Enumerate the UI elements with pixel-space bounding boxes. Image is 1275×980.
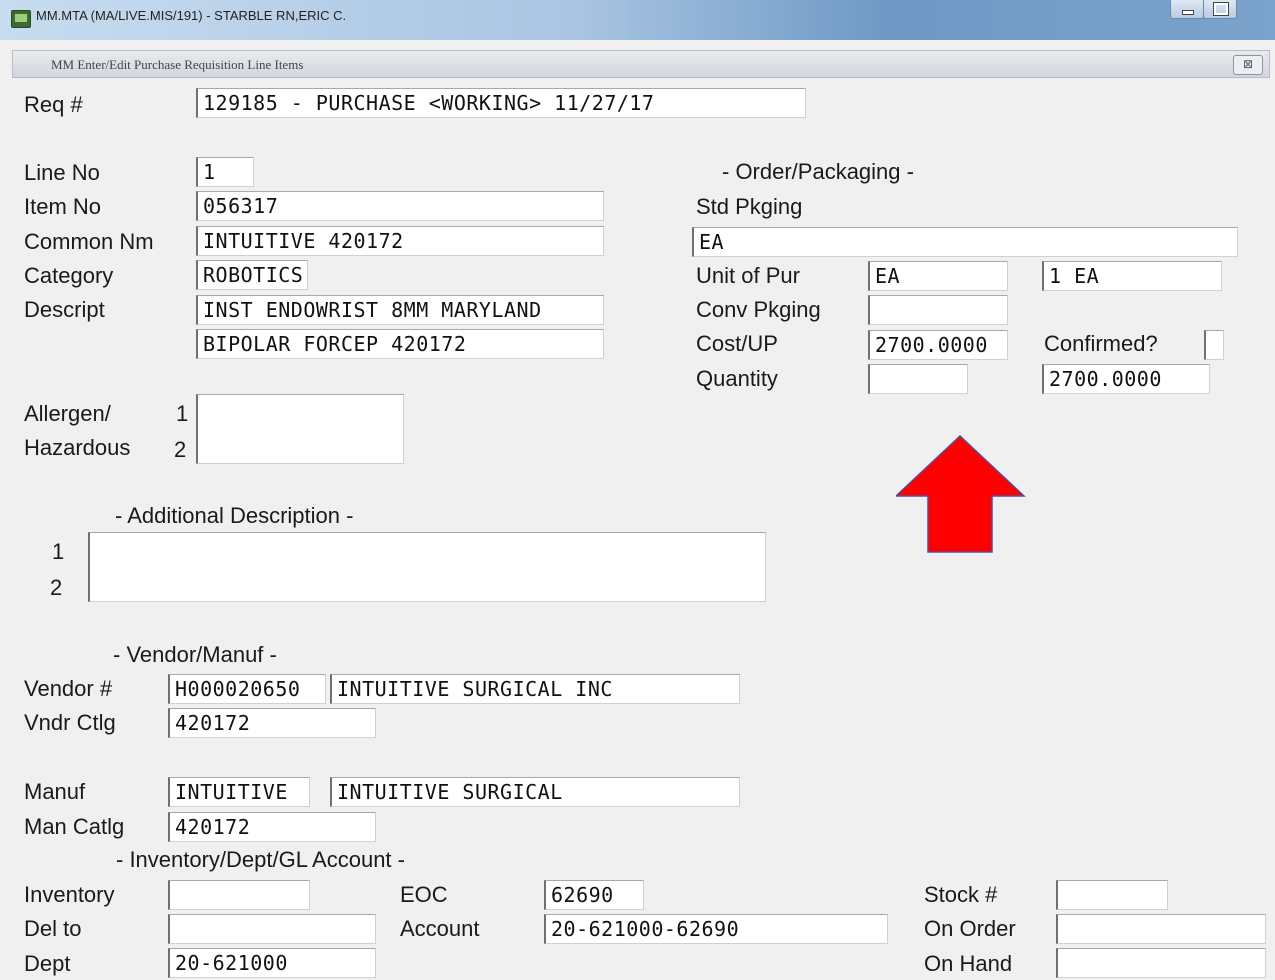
additional-line-number-2: 2 xyxy=(50,575,63,600)
additional-description-header: - Additional Description - xyxy=(115,503,354,528)
man-catlg-label: Man Catlg xyxy=(24,814,125,839)
vndr-ctlg-field[interactable]: 420172 xyxy=(168,708,376,738)
extended-cost-field[interactable]: 2700.0000 xyxy=(1042,364,1210,394)
cost-up-field[interactable]: 2700.0000 xyxy=(868,330,1008,360)
dialog-title: MM Enter/Edit Purchase Requisition Line … xyxy=(51,57,304,72)
unit-of-pur-conversion-field[interactable]: 1 EA xyxy=(1042,261,1222,291)
vendor-no-label: Vendor # xyxy=(24,676,113,701)
allergen-label: Allergen/ xyxy=(24,401,111,426)
manuf-label: Manuf xyxy=(24,779,86,804)
vendor-manuf-header: - Vendor/Manuf - xyxy=(113,642,277,667)
req-label: Req # xyxy=(24,92,83,117)
additional-description-field[interactable] xyxy=(88,532,766,602)
dept-field[interactable]: 20-621000 xyxy=(168,948,376,978)
line-no-label: Line No xyxy=(24,160,100,185)
order-packaging-header: - Order/Packaging - xyxy=(722,159,914,184)
item-no-label: Item No xyxy=(24,194,102,219)
std-pkging-label: Std Pkging xyxy=(696,194,803,219)
maximize-button[interactable] xyxy=(1203,0,1237,19)
common-nm-field[interactable]: INTUITIVE 420172 xyxy=(196,226,604,256)
window-title: MM.MTA (MA/LIVE.MIS/191) - STARBLE RN,ER… xyxy=(36,8,347,23)
quantity-label: Quantity xyxy=(696,366,778,391)
man-catlg-field[interactable]: 420172 xyxy=(168,812,376,842)
inventory-label: Inventory xyxy=(24,882,115,907)
req-field[interactable]: 129185 - PURCHASE <WORKING> 11/27/17 xyxy=(196,88,806,118)
account-label: Account xyxy=(400,916,480,941)
inventory-field[interactable] xyxy=(168,880,310,910)
minimize-button[interactable] xyxy=(1170,0,1204,19)
confirmed-label: Confirmed? xyxy=(1044,331,1158,356)
dialog-header: MM Enter/Edit Purchase Requisition Line … xyxy=(12,50,1270,78)
on-hand-field[interactable] xyxy=(1056,948,1266,978)
descript-field-2[interactable]: BIPOLAR FORCEP 420172 xyxy=(196,329,604,359)
hazardous-line-number: 2 xyxy=(174,437,187,462)
red-up-arrow-icon xyxy=(896,434,1026,553)
vendor-no-field[interactable]: H000020650 xyxy=(168,674,326,704)
quantity-field[interactable] xyxy=(868,364,968,394)
window-titlebar: MM.MTA (MA/LIVE.MIS/191) - STARBLE RN,ER… xyxy=(0,0,1275,40)
descript-label: Descript xyxy=(24,297,105,322)
close-icon[interactable]: ⊠ xyxy=(1233,55,1263,75)
del-to-label: Del to xyxy=(24,916,82,941)
unit-of-pur-label: Unit of Pur xyxy=(696,263,800,288)
additional-line-number-1: 1 xyxy=(52,539,65,564)
confirmed-field[interactable] xyxy=(1204,330,1224,360)
account-field[interactable]: 20-621000-62690 xyxy=(544,914,888,944)
descript-field-1[interactable]: INST ENDOWRIST 8MM MARYLAND xyxy=(196,295,604,325)
on-order-field[interactable] xyxy=(1056,914,1266,944)
eoc-label: EOC xyxy=(400,882,448,907)
allergen-hazardous-field[interactable] xyxy=(196,394,404,464)
conv-pkging-field[interactable] xyxy=(868,295,1008,325)
inventory-header: - Inventory/Dept/GL Account - xyxy=(116,847,405,872)
manuf-code-field[interactable]: INTUITIVE xyxy=(168,777,310,807)
line-no-field[interactable]: 1 xyxy=(196,157,254,187)
hazardous-label: Hazardous xyxy=(24,435,131,460)
category-label: Category xyxy=(24,263,114,288)
manuf-name-field[interactable]: INTUITIVE SURGICAL xyxy=(330,777,740,807)
stock-no-label: Stock # xyxy=(924,882,998,907)
on-hand-label: On Hand xyxy=(924,951,1013,976)
cost-up-label: Cost/UP xyxy=(696,331,778,356)
vendor-name-field[interactable]: INTUITIVE SURGICAL INC xyxy=(330,674,740,704)
category-field[interactable]: ROBOTICS xyxy=(196,260,308,290)
stock-no-field[interactable] xyxy=(1056,880,1168,910)
unit-of-pur-field[interactable]: EA xyxy=(868,261,1008,291)
dept-label: Dept xyxy=(24,951,71,976)
app-icon xyxy=(11,10,31,28)
on-order-label: On Order xyxy=(924,916,1016,941)
eoc-field[interactable]: 62690 xyxy=(544,880,644,910)
conv-pkging-label: Conv Pkging xyxy=(696,297,821,322)
vndr-ctlg-label: Vndr Ctlg xyxy=(24,710,116,735)
del-to-field[interactable] xyxy=(168,914,376,944)
common-nm-label: Common Nm xyxy=(24,229,154,254)
allergen-line-number: 1 xyxy=(176,401,189,426)
item-no-field[interactable]: 056317 xyxy=(196,191,604,221)
std-pkging-field[interactable]: EA xyxy=(692,227,1238,257)
